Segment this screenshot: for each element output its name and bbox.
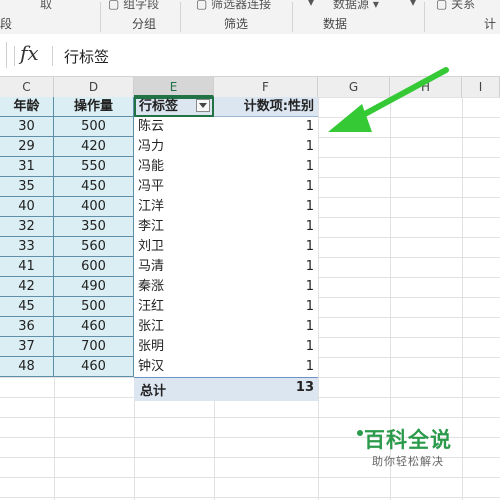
watermark-logo-icon <box>357 430 363 436</box>
watermark-subtitle: 助你轻松解决 <box>372 455 444 468</box>
watermark-title: 百科全说 <box>364 428 452 452</box>
